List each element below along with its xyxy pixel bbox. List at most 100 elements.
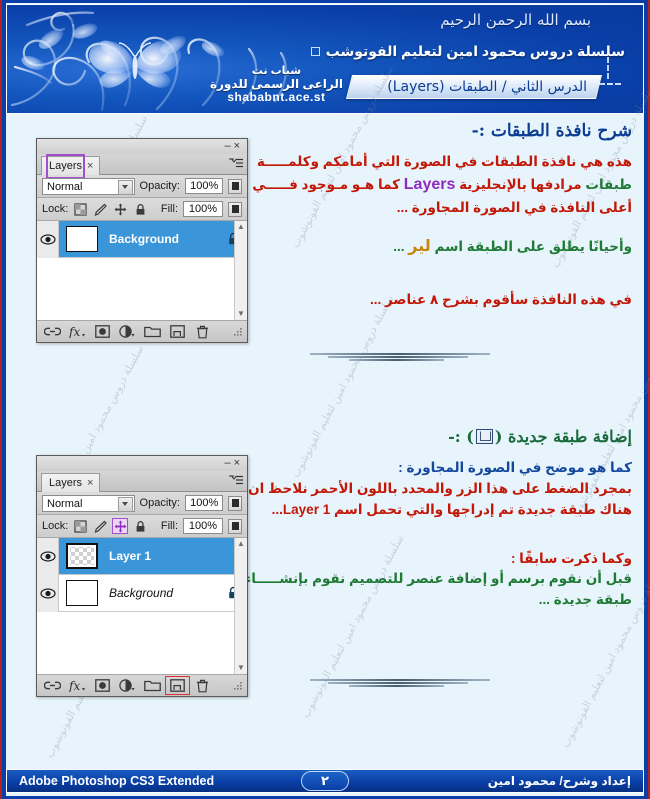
lesson-title: الدرس الثاني / الطبقات (Layers) — [387, 79, 587, 95]
panel2-menu-icon[interactable] — [229, 475, 243, 488]
lock-all-icon[interactable] — [133, 202, 147, 216]
panel1-tabrow: Layers × — [37, 153, 247, 179]
panel1-window-buttons[interactable]: –× — [224, 140, 243, 153]
scroll-up-icon[interactable]: ▲ — [237, 221, 245, 233]
fill-stepper-icon[interactable] — [228, 518, 242, 534]
tab-close-icon[interactable]: × — [87, 157, 93, 176]
close-icon[interactable]: × — [234, 457, 243, 469]
delete-layer-icon[interactable] — [190, 676, 215, 695]
layer-list-scrollbar[interactable]: ▲ ▼ — [234, 221, 247, 320]
layer-name[interactable]: Background — [105, 586, 219, 600]
svg-text:fx: fx — [68, 325, 80, 338]
layer-thumbnail-cell[interactable] — [59, 226, 105, 252]
opacity-stepper-icon[interactable] — [228, 178, 242, 194]
section1-line1: هذه هي نافذة الطبقات في الصورة التي أمام… — [256, 154, 632, 170]
section2-line6: طبقة جديدة ... — [538, 592, 632, 608]
lock-image-pixels-icon[interactable] — [93, 202, 108, 216]
sponsor-url: shababnt.ace.st — [227, 90, 326, 105]
footer-app-name: Adobe Photoshop CS3 Extended — [19, 774, 215, 788]
panel2-tabrow: Layers × — [37, 471, 247, 492]
lock-image-pixels-icon[interactable] — [93, 519, 108, 533]
panel2-window-buttons[interactable]: –× — [224, 457, 243, 470]
section2-heading: إضافة طبقة جديدة () :- — [242, 425, 632, 450]
eye-icon — [39, 587, 56, 599]
layer-styles-icon[interactable]: fx — [65, 322, 90, 341]
panel1-lock-row: Lock: Fill: 100% — [37, 198, 247, 221]
minimize-icon[interactable]: – — [224, 457, 233, 469]
lock-all-icon[interactable] — [133, 519, 147, 533]
lock-position-icon[interactable] — [113, 202, 127, 216]
new-group-icon[interactable] — [140, 322, 165, 341]
layer-mask-icon[interactable] — [90, 322, 115, 341]
lock-position-icon[interactable] — [112, 518, 129, 534]
tab-layers[interactable]: Layers × — [41, 153, 101, 179]
new-layer-icon[interactable] — [165, 676, 190, 695]
scroll-down-icon[interactable]: ▼ — [237, 308, 245, 320]
link-layers-icon[interactable] — [40, 322, 65, 341]
chevron-down-icon[interactable] — [117, 496, 133, 512]
panel1-bottom-toolbar: fx — [37, 321, 247, 342]
section1-line4-c: ... — [393, 238, 409, 254]
panel1-menu-icon[interactable] — [229, 158, 243, 171]
scroll-up-icon[interactable]: ▲ — [237, 538, 245, 550]
new-layer-icon — [475, 429, 493, 444]
footer-bar: إعداد وشرح/ محمود امين ٢ Adobe Photoshop… — [6, 769, 644, 793]
blend-mode-select[interactable]: Normal — [42, 177, 135, 195]
table-row[interactable]: Background — [37, 574, 247, 612]
delete-layer-icon[interactable] — [190, 322, 215, 341]
layer-thumbnail-cell[interactable] — [59, 543, 105, 569]
page-root: بسم الله الرحمن الرحيم سلسلة دروس محمود … — [0, 0, 650, 799]
panel-resize-grip[interactable] — [232, 326, 244, 338]
section2-line2: بمجرد الضغط على هذا الزر والمحدد باللون … — [248, 480, 632, 496]
close-icon[interactable]: × — [234, 140, 243, 152]
adjustment-layer-icon[interactable] — [115, 676, 140, 695]
link-layers-icon[interactable] — [40, 676, 65, 695]
panel-resize-grip[interactable] — [232, 680, 244, 692]
layer-visibility-toggle[interactable] — [37, 537, 59, 575]
layer-mask-icon[interactable] — [90, 676, 115, 695]
new-layer-icon[interactable] — [165, 322, 190, 341]
layers-panel-2[interactable]: –× Layers × Normal Opacity: 100% Lock: F… — [36, 455, 248, 697]
lock-transparent-pixels-icon[interactable] — [73, 519, 87, 533]
section1-heading: شرح نافذة الطبقات :- — [471, 121, 632, 141]
table-row[interactable]: Background — [37, 220, 247, 258]
layer-list-scrollbar[interactable]: ▲ ▼ — [234, 538, 247, 674]
chevron-down-icon[interactable] — [117, 179, 133, 195]
opacity-input[interactable]: 100% — [184, 178, 224, 194]
layer-visibility-toggle[interactable] — [37, 574, 59, 612]
layer-thumbnail — [66, 543, 98, 569]
section1-line4: وأحيانًا يطلق على الطبقة اسم لير ... — [242, 235, 632, 260]
panel2-blend-row: Normal Opacity: 100% — [37, 492, 247, 515]
fill-stepper-icon[interactable] — [228, 201, 242, 217]
dashed-connector-line — [607, 57, 609, 79]
section2-line4: وكما ذكرت سابقًا : — [510, 550, 632, 566]
section1-line2-end: كما هـو مـوجود فـــــي — [252, 177, 404, 193]
panel1-blend-row: Normal Opacity: 100% — [37, 175, 247, 198]
layer-styles-icon[interactable]: fx — [65, 676, 90, 695]
opacity-stepper-icon[interactable] — [228, 495, 242, 511]
opacity-label: Opacity: — [139, 497, 180, 509]
panel2-titlebar[interactable]: –× — [37, 456, 247, 471]
panel1-titlebar[interactable]: –× — [37, 139, 247, 154]
layer-name[interactable]: Background — [105, 232, 219, 246]
adjustment-layer-icon[interactable] — [115, 322, 140, 341]
layer-list-empty-area — [37, 612, 247, 673]
tab-layers-label: Layers — [49, 476, 83, 489]
tab-layers[interactable]: Layers × — [41, 473, 101, 493]
minimize-icon[interactable]: – — [224, 140, 233, 152]
fill-input[interactable]: 100% — [183, 201, 223, 217]
layer-thumbnail-cell[interactable] — [59, 580, 105, 606]
blend-mode-select[interactable]: Normal — [42, 494, 135, 512]
layer-name[interactable]: Layer 1 — [105, 549, 219, 563]
tab-close-icon[interactable]: × — [87, 474, 93, 493]
layer-visibility-toggle[interactable] — [37, 220, 59, 258]
fill-input[interactable]: 100% — [183, 518, 223, 534]
opacity-input[interactable]: 100% — [184, 495, 224, 511]
new-group-icon[interactable] — [140, 676, 165, 695]
scroll-down-icon[interactable]: ▼ — [237, 662, 245, 674]
section2-line5: قبل أن نقوم برسم أو إضافة عنصر للتصميم ن… — [244, 571, 632, 587]
layers-panel-1[interactable]: –× Layers × Normal Opacity: 100% Lock: F… — [36, 138, 248, 343]
lock-transparent-pixels-icon[interactable] — [73, 202, 87, 216]
table-row[interactable]: Layer 1 — [37, 537, 247, 575]
